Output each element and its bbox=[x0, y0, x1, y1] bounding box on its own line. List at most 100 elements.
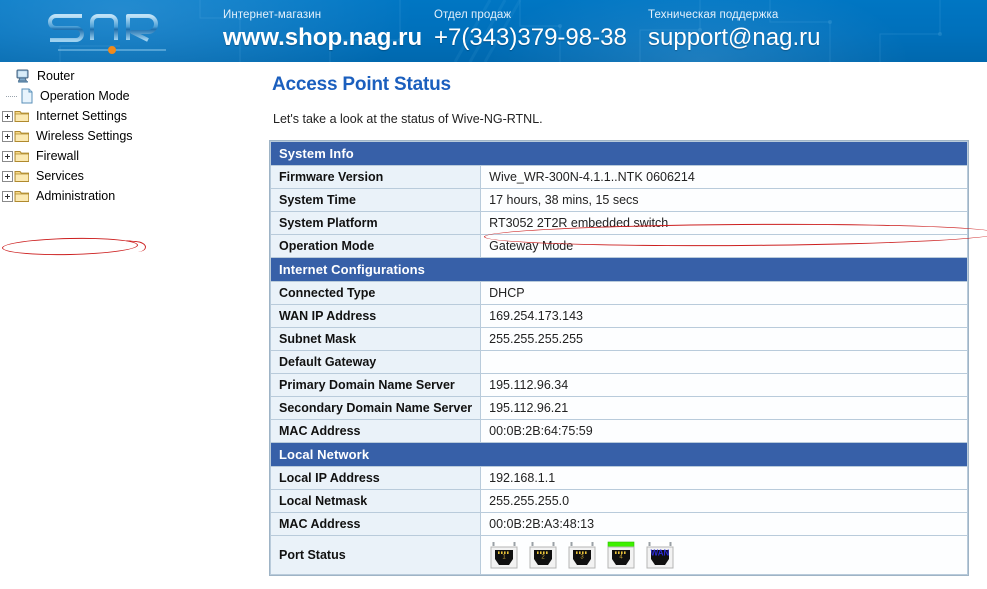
contact-support: Техническая поддержка support@nag.ru bbox=[648, 8, 820, 52]
row-value: Gateway Mode bbox=[481, 235, 967, 257]
port-icon-2[interactable]: 2 bbox=[528, 541, 558, 569]
port-icon-wan[interactable]: WAN bbox=[645, 541, 675, 569]
row-label: Operation Mode bbox=[271, 235, 481, 257]
sidebar-item-wireless-settings[interactable]: Wireless Settings bbox=[2, 126, 252, 146]
row-label: Connected Type bbox=[271, 282, 481, 304]
folder-icon bbox=[14, 171, 29, 182]
row-value: 195.112.96.21 bbox=[481, 397, 967, 419]
section-header-system-info: System Info bbox=[271, 142, 967, 165]
table-row: Operation Mode Gateway Mode bbox=[271, 235, 967, 257]
table-row: System Platform RT3052 2T2R embedded swi… bbox=[271, 212, 967, 234]
section-header-label: Local Network bbox=[271, 443, 967, 466]
table-row: Primary Domain Name Server 195.112.96.34 bbox=[271, 374, 967, 396]
table-row: Secondary Domain Name Server 195.112.96.… bbox=[271, 397, 967, 419]
annotation-ellipse-administration bbox=[1, 236, 139, 257]
table-row: Subnet Mask 255.255.255.255 bbox=[271, 328, 967, 350]
row-label: Secondary Domain Name Server bbox=[271, 397, 481, 419]
status-table: System Info Firmware Version Wive_WR-300… bbox=[269, 140, 969, 576]
sidebar-item-operation-mode[interactable]: Operation Mode bbox=[2, 86, 252, 106]
row-value-ports: 1 2 3 4 WAN bbox=[481, 536, 967, 574]
sidebar-item-router[interactable]: Router bbox=[2, 66, 252, 86]
row-label: Local IP Address bbox=[271, 467, 481, 489]
sidebar-item-label: Firewall bbox=[36, 149, 80, 163]
folder-icon bbox=[14, 191, 29, 202]
row-label: Local Netmask bbox=[271, 490, 481, 512]
row-value: DHCP bbox=[481, 282, 967, 304]
row-value: 169.254.173.143 bbox=[481, 305, 967, 327]
navigation-tree: Router Operation Mode Internet Settings bbox=[0, 62, 252, 589]
row-value: 195.112.96.34 bbox=[481, 374, 967, 396]
port-icon-4-linked[interactable]: 4 bbox=[606, 541, 636, 569]
sidebar-item-administration[interactable]: Administration bbox=[2, 186, 252, 206]
main-content: Access Point Status Let's take a look at… bbox=[252, 62, 987, 589]
row-label: System Platform bbox=[271, 212, 481, 234]
contact-sales-caption: Отдел продаж bbox=[434, 9, 512, 21]
snr-logo bbox=[48, 14, 166, 54]
port-wan-label: WAN bbox=[651, 549, 670, 558]
row-label: Primary Domain Name Server bbox=[271, 374, 481, 396]
table-row: System Time 17 hours, 38 mins, 15 secs bbox=[271, 189, 967, 211]
contact-support-caption: Техническая поддержка bbox=[648, 9, 779, 21]
sidebar-item-label: Services bbox=[36, 169, 84, 183]
contact-support-value[interactable]: support@nag.ru bbox=[648, 23, 820, 52]
port-icon-1[interactable]: 1 bbox=[489, 541, 519, 569]
row-label: Port Status bbox=[271, 536, 481, 574]
expander-icon[interactable] bbox=[2, 130, 13, 142]
tree-connector bbox=[6, 91, 20, 102]
page-body: Router Operation Mode Internet Settings bbox=[0, 62, 987, 589]
row-label: Default Gateway bbox=[271, 351, 481, 373]
section-header-label: System Info bbox=[271, 142, 967, 165]
table-row-port-status: Port Status 1 2 3 4 WAN bbox=[271, 536, 967, 574]
folder-icon bbox=[14, 111, 29, 122]
expander-icon[interactable] bbox=[2, 110, 13, 122]
row-value: 00:0B:2B:64:75:59 bbox=[481, 420, 967, 442]
sidebar-item-label: Internet Settings bbox=[36, 109, 128, 123]
page-title: Access Point Status bbox=[272, 74, 451, 95]
sidebar-item-label: Administration bbox=[36, 189, 116, 203]
row-value: 17 hours, 38 mins, 15 secs bbox=[481, 189, 967, 211]
row-label: MAC Address bbox=[271, 420, 481, 442]
sidebar-item-label: Operation Mode bbox=[40, 89, 130, 103]
row-value: RT3052 2T2R embedded switch bbox=[481, 212, 967, 234]
table-row: Connected Type DHCP bbox=[271, 282, 967, 304]
sidebar-item-label: Router bbox=[37, 69, 75, 83]
row-value: 192.168.1.1 bbox=[481, 467, 967, 489]
table-row: Local IP Address 192.168.1.1 bbox=[271, 467, 967, 489]
contact-shop-caption: Интернет-магазин bbox=[223, 9, 322, 21]
contact-shop: Интернет-магазин www.shop.nag.ru bbox=[223, 8, 422, 52]
page-icon bbox=[21, 88, 33, 104]
sidebar-item-firewall[interactable]: Firewall bbox=[2, 146, 252, 166]
row-label: System Time bbox=[271, 189, 481, 211]
port-icon-3[interactable]: 3 bbox=[567, 541, 597, 569]
table-row: MAC Address 00:0B:2B:A3:48:13 bbox=[271, 513, 967, 535]
contact-shop-value[interactable]: www.shop.nag.ru bbox=[223, 23, 422, 52]
section-header-local-network: Local Network bbox=[271, 443, 967, 466]
row-label: Firmware Version bbox=[271, 166, 481, 188]
row-value: 00:0B:2B:A3:48:13 bbox=[481, 513, 967, 535]
row-value bbox=[481, 351, 967, 373]
table-row: Firmware Version Wive_WR-300N-4.1.1..NTK… bbox=[271, 166, 967, 188]
sidebar-item-label: Wireless Settings bbox=[36, 129, 133, 143]
section-header-internet-configurations: Internet Configurations bbox=[271, 258, 967, 281]
table-row: Local Netmask 255.255.255.0 bbox=[271, 490, 967, 512]
sidebar-item-services[interactable]: Services bbox=[2, 166, 252, 186]
row-value: Wive_WR-300N-4.1.1..NTK 0606214 bbox=[481, 166, 967, 188]
contact-sales-value: +7(343)379-98-38 bbox=[434, 24, 627, 51]
page-intro-text: Let's take a look at the status of Wive-… bbox=[273, 112, 543, 126]
site-banner: Интернет-магазин www.shop.nag.ru Отдел п… bbox=[0, 0, 987, 62]
contact-sales: Отдел продаж +7(343)379-98-38 bbox=[434, 8, 627, 52]
row-label: Subnet Mask bbox=[271, 328, 481, 350]
table-row: WAN IP Address 169.254.173.143 bbox=[271, 305, 967, 327]
expander-icon[interactable] bbox=[2, 190, 13, 202]
row-label: MAC Address bbox=[271, 513, 481, 535]
folder-icon bbox=[14, 131, 29, 142]
row-value: 255.255.255.0 bbox=[481, 490, 967, 512]
expander-icon[interactable] bbox=[2, 150, 13, 162]
expander-icon[interactable] bbox=[2, 170, 13, 182]
folder-icon bbox=[14, 151, 29, 162]
row-value: 255.255.255.255 bbox=[481, 328, 967, 350]
table-row: Default Gateway bbox=[271, 351, 967, 373]
row-label: WAN IP Address bbox=[271, 305, 481, 327]
section-header-label: Internet Configurations bbox=[271, 258, 967, 281]
sidebar-item-internet-settings[interactable]: Internet Settings bbox=[2, 106, 252, 126]
